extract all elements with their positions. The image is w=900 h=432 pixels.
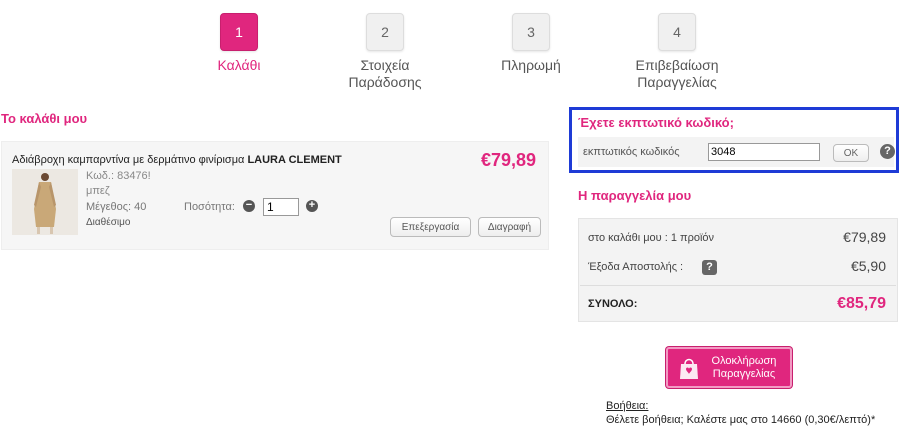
step-1-badge: 1: [220, 13, 258, 51]
step-4-label: Επιβεβαίωση Παραγγελίας: [612, 57, 742, 91]
step-2-badge: 2: [366, 13, 404, 51]
trench-coat-image: [12, 169, 78, 235]
product-availability: Διαθέσιμο: [86, 217, 131, 228]
coupon-label: εκπτωτικός κωδικός: [583, 146, 680, 158]
help-text: Θέλετε βοήθεια; Καλέστε μας στο 14660 (0…: [606, 414, 876, 426]
step-4-label-line1: Επιβεβαίωση: [635, 57, 719, 73]
product-size: Μέγεθος: 40: [86, 201, 147, 213]
product-code: Κωδ.: 83476!: [86, 170, 151, 182]
product-color: μπεζ: [86, 185, 110, 197]
step-4-badge: 4: [658, 13, 696, 51]
step-1-label: Καλάθι: [217, 57, 261, 73]
shipping-help-icon[interactable]: ?: [702, 260, 717, 275]
coupon-ok-button[interactable]: OK: [833, 144, 869, 162]
coupon-row: εκπτωτικός κωδικός OK ?: [578, 137, 895, 167]
quantity-input[interactable]: [263, 198, 299, 216]
step-2-label-line2: Παράδοσης: [348, 74, 422, 90]
checkout-line1: Ολοκλήρωση: [711, 354, 777, 367]
summary-divider: [580, 285, 896, 286]
shopping-bag-icon: [680, 358, 698, 379]
step-3-badge: 3: [512, 13, 550, 51]
product-brand: LAURA CLEMENT: [247, 154, 342, 166]
shipping-label: Έξοδα Αποστολής :: [588, 261, 684, 273]
product-thumbnail[interactable]: [12, 169, 78, 235]
help-title[interactable]: Βοήθεια:: [606, 400, 648, 412]
coupon-help-icon[interactable]: ?: [880, 144, 895, 159]
order-title: Η παραγγελία μου: [578, 188, 692, 203]
coupon-title: Έχετε εκπτωτικό κωδικό;: [578, 115, 734, 130]
product-name-text[interactable]: Αδιάβροχη καμπαρντίνα με δερμάτινο φινίρ…: [12, 154, 244, 166]
quantity-increase-button[interactable]: +: [306, 200, 318, 212]
cart-count-label: στο καλάθι μου : 1 προϊόν: [588, 232, 715, 244]
product-name[interactable]: Αδιάβροχη καμπαρντίνα με δερμάτινο φινίρ…: [12, 154, 342, 166]
checkout-button[interactable]: Ολοκλήρωση Παραγγελίας: [666, 347, 792, 388]
coupon-input[interactable]: [708, 143, 820, 161]
shipping-cost: €5,90: [850, 258, 886, 274]
step-2-label-line1: Στοιχεία: [360, 57, 410, 73]
checkout-line2: Παραγγελίας: [712, 367, 776, 380]
order-summary: στο καλάθι μου : 1 προϊόν €79,89 Έξοδα Α…: [578, 218, 898, 322]
quantity-label: Ποσότητα:: [184, 201, 235, 213]
delete-button[interactable]: Διαγραφή: [478, 217, 541, 237]
product-price: €79,89: [480, 150, 536, 170]
coupon-box: Έχετε εκπτωτικό κωδικό; εκπτωτικός κωδικ…: [569, 107, 899, 173]
checkout-text: Ολοκλήρωση Παραγγελίας: [702, 355, 786, 381]
cart-subtotal: €79,89: [843, 229, 886, 245]
step-4-label-line2: Παραγγελίας: [637, 74, 717, 90]
step-3-label: Πληρωμή: [501, 57, 561, 73]
total-label: ΣΥΝΟΛΟ:: [588, 298, 638, 310]
total-value: €85,79: [837, 295, 886, 312]
quantity-decrease-button[interactable]: −: [243, 200, 255, 212]
step-2-label: Στοιχεία Παράδοσης: [330, 57, 440, 91]
edit-button[interactable]: Επεξεργασία: [390, 217, 471, 237]
cart-item: Αδιάβροχη καμπαρντίνα με δερμάτινο φινίρ…: [1, 141, 549, 250]
cart-title: Το καλάθι μου: [1, 111, 88, 126]
